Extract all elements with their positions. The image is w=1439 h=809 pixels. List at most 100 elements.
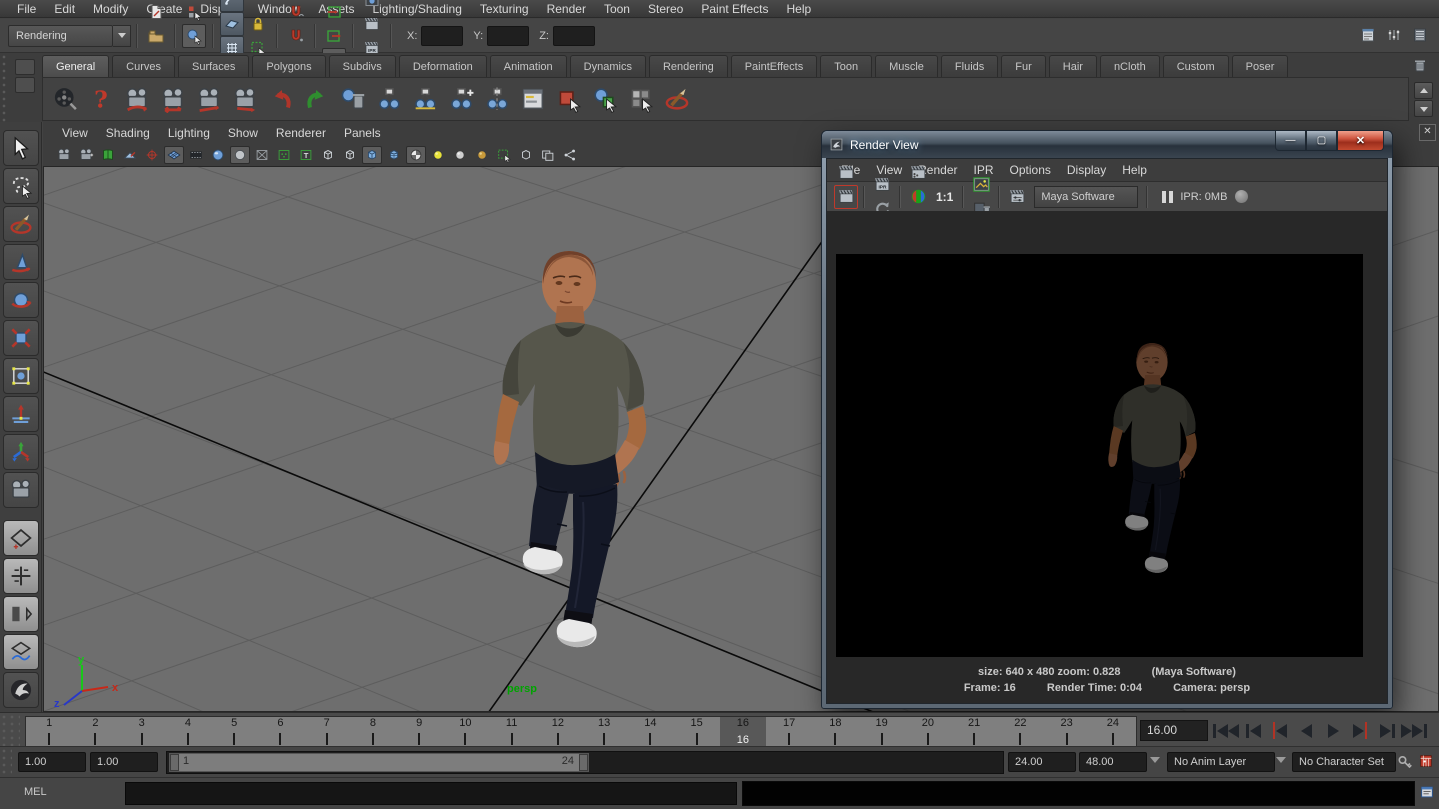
frame-15[interactable]: 15 [674,717,720,746]
menu-help[interactable]: Help [778,0,821,18]
shelf-tab-general[interactable]: General [42,55,109,77]
image-plane-button[interactable] [98,146,118,164]
render-view-menu-display[interactable]: Display [1059,161,1114,179]
render-view-titlebar[interactable]: Render View — ▢ ✕ [822,131,1392,158]
zoom-ratio-label[interactable]: 1:1 [936,190,953,204]
cube-wire-button[interactable] [340,146,360,164]
frame-5[interactable]: 5 [211,717,257,746]
isolate-select-button[interactable] [494,146,514,164]
shelf-tab-fur[interactable]: Fur [1001,55,1046,77]
light-gold-button[interactable] [472,146,492,164]
mirror-joint-button[interactable] [480,82,514,116]
open-render-view-button[interactable] [360,0,384,12]
camera-track-button[interactable] [156,82,190,116]
input-connections-button[interactable] [322,0,346,24]
cube-textured-button[interactable] [384,146,404,164]
two-panes-button[interactable] [538,146,558,164]
paint-select-button[interactable] [660,82,694,116]
renderer-selector[interactable]: Maya Software [1034,186,1138,208]
script-editor-button[interactable] [1419,784,1435,801]
x-coord-field[interactable] [421,26,463,46]
frame-12[interactable]: 12 [535,717,581,746]
minimize-button[interactable]: — [1275,131,1306,151]
move-button[interactable] [3,244,39,280]
four-pane-layout-button[interactable] [3,558,39,594]
viewport-menu-lighting[interactable]: Lighting [159,124,219,142]
maximize-button[interactable]: ▢ [1306,131,1337,151]
mask-curves-button[interactable] [220,0,244,12]
shelf-tab-fluids[interactable]: Fluids [941,55,998,77]
tool-mode-selector[interactable]: Rendering [0,25,131,47]
mel-input-field[interactable] [125,782,737,805]
timeline-grip[interactable] [0,713,20,747]
single-pane-layout-button[interactable] [3,520,39,556]
cube-shaded-button[interactable] [362,146,382,164]
anim-layer-dropdown-icon[interactable] [1150,757,1160,768]
shelf-tab-hair[interactable]: Hair [1049,55,1097,77]
shelf-tab-deformation[interactable]: Deformation [399,55,487,77]
step-back-frame-button[interactable] [1239,717,1266,744]
snap-points-button[interactable] [284,24,308,48]
show-manipulator-button[interactable] [3,434,39,470]
anim-layer-field[interactable]: No Anim Layer [1167,752,1275,772]
camera-dolly-button[interactable] [192,82,226,116]
viewport-menu-shading[interactable]: Shading [97,124,159,142]
select-object-button[interactable] [182,24,206,48]
scale-button[interactable] [3,320,39,356]
frame-8[interactable]: 8 [350,717,396,746]
frame-1[interactable]: 1 [26,717,72,746]
range-slider-bar[interactable]: 1 24 [169,753,589,772]
menu-stereo[interactable]: Stereo [639,0,692,18]
joint-tool-button[interactable] [372,82,406,116]
step-forward-key-button[interactable] [1347,717,1374,744]
z-coord-field[interactable] [553,26,595,46]
shelf-tab-painteffects[interactable]: PaintEffects [731,55,818,77]
channel-box-button[interactable] [1408,23,1432,47]
menu-toon[interactable]: Toon [595,0,639,18]
rangebar-grip[interactable] [0,747,12,778]
delete-button[interactable] [336,82,370,116]
character-set-dropdown-icon[interactable] [1276,757,1286,768]
menu-paint-effects[interactable]: Paint Effects [692,0,777,18]
character-set-field[interactable]: No Character Set [1292,752,1396,772]
viewport-menu-renderer[interactable]: Renderer [267,124,335,142]
frame-23[interactable]: 23 [1044,717,1090,746]
rotate-button[interactable] [3,282,39,318]
insert-joint-button[interactable] [444,82,478,116]
select-button[interactable] [3,130,39,166]
grease-pencil-button[interactable] [120,146,140,164]
render-view-menu-help[interactable]: Help [1114,161,1155,179]
select-boxes-button[interactable] [624,82,658,116]
frame-9[interactable]: 9 [396,717,442,746]
single-object-button[interactable] [516,146,536,164]
frame-2[interactable]: 2 [72,717,118,746]
universal-manipulator-button[interactable] [3,358,39,394]
redo-button[interactable] [300,82,334,116]
texture-display-button[interactable]: T [296,146,316,164]
mel-toggle[interactable]: MEL [24,786,47,798]
shelf-tab-muscle[interactable]: Muscle [875,55,938,77]
step-back-key-button[interactable] [1266,717,1293,744]
shelf-tab-animation[interactable]: Animation [490,55,567,77]
region-render-button[interactable] [906,161,930,185]
frame-24[interactable]: 24 [1090,717,1136,746]
shelf-tab-ncloth[interactable]: nCloth [1100,55,1160,77]
shelf-tab-dynamics[interactable]: Dynamics [570,55,646,77]
redo-previous-render-button[interactable] [834,185,858,209]
snap-curves-button[interactable] [284,0,308,24]
shelf-tab-toon[interactable]: Toon [820,55,872,77]
range-end-handle[interactable] [579,754,588,771]
checker-material-button[interactable] [406,146,426,164]
persp-graph-layout-button[interactable] [3,634,39,670]
default-material-button[interactable] [318,146,338,164]
frame-6[interactable]: 6 [257,717,303,746]
camera-zoom-button[interactable] [228,82,262,116]
camera-attributes-button[interactable] [54,146,74,164]
render-current-button[interactable] [834,161,858,185]
vertex-display-button[interactable] [274,146,294,164]
frame-21[interactable]: 21 [951,717,997,746]
play-forwards-button[interactable] [1320,717,1347,744]
playback-start-field[interactable]: 1.00 [90,752,158,772]
shelf-tab-surfaces[interactable]: Surfaces [178,55,249,77]
attribute-editor-button[interactable] [1356,23,1380,47]
